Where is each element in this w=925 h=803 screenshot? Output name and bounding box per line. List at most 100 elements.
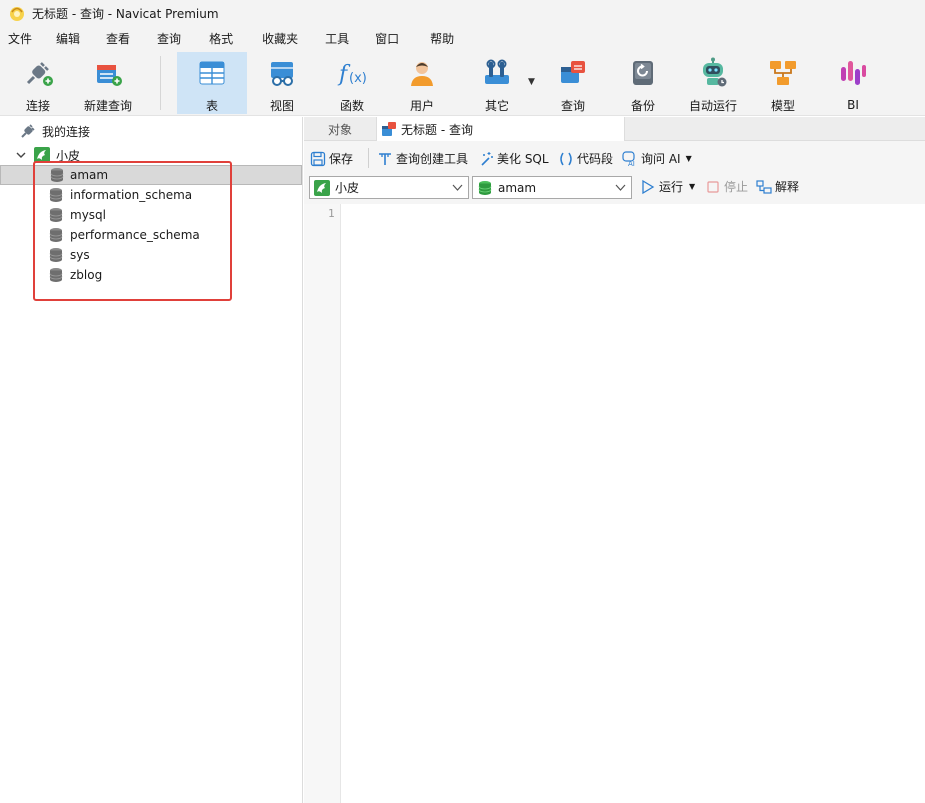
automation-label: 自动运行 [688, 99, 737, 113]
tree-root-my-connections[interactable]: 我的连接 [0, 121, 302, 141]
mysql-connection-icon [314, 179, 330, 196]
menu-favorites[interactable]: 收藏夹 [233, 30, 298, 47]
query-editor-panel: 对象 无标题 - 查询 保存 查询创建工具 美化 SQL 代码段 AI 询问 A… [304, 117, 925, 803]
tree-db-zblog[interactable]: zblog [0, 265, 302, 285]
toolbar-separator [160, 56, 161, 110]
brackets-icon [558, 151, 574, 167]
connection-plug-icon [20, 123, 36, 139]
robot-icon [696, 56, 730, 89]
tree-db-performance-schema[interactable]: performance_schema [0, 225, 302, 245]
table-label: 表 [205, 99, 218, 113]
database-icon [48, 267, 64, 283]
ask-ai-button[interactable]: AI 询问 AI ▼ [622, 150, 692, 167]
tab-objects[interactable]: 对象 [304, 117, 376, 141]
menu-view[interactable]: 查看 [80, 30, 130, 47]
query-builder-button[interactable]: 查询创建工具 [377, 150, 468, 167]
main-toolbar: 连接 新建查询 表 视图 f (x) 函数 用户 其它 ▼ 查询 备份 自动运行… [0, 50, 925, 116]
db-label: sys [70, 248, 90, 262]
beautify-sql-label: 美化 SQL [497, 152, 549, 166]
line-number-gutter: 1 [304, 204, 341, 803]
database-icon [48, 227, 64, 243]
user-button[interactable]: 用户 [404, 52, 440, 114]
menu-format[interactable]: 格式 [181, 30, 233, 47]
tab-objects-label: 对象 [327, 122, 352, 137]
run-button[interactable]: 运行 ▼ [640, 178, 695, 195]
tree-db-mysql[interactable]: mysql [0, 205, 302, 225]
tree-connection-xiaopi[interactable]: 小皮 [0, 145, 302, 165]
function-button[interactable]: f (x) 函数 [334, 52, 370, 114]
new-query-label: 新建查询 [83, 99, 132, 113]
tree-db-sys[interactable]: sys [0, 245, 302, 265]
other-dropdown-arrow-icon[interactable]: ▼ [528, 77, 535, 87]
database-select[interactable]: amam [472, 176, 632, 199]
query-builder-icon [377, 151, 393, 167]
query-button[interactable]: 查询 [554, 52, 592, 114]
db-label: mysql [70, 208, 106, 222]
svg-text:AI: AI [628, 160, 635, 167]
view-label: 视图 [269, 99, 294, 113]
table-button[interactable]: 表 [177, 52, 247, 114]
connect-label: 连接 [25, 99, 50, 113]
menu-tools[interactable]: 工具 [298, 30, 349, 47]
query-icon [556, 56, 590, 89]
backup-label: 备份 [630, 99, 655, 113]
db-label: amam [70, 168, 109, 182]
line-number: 1 [328, 207, 335, 220]
stop-button[interactable]: 停止 [705, 178, 748, 195]
sql-editor[interactable]: 1 [304, 204, 925, 803]
svg-text:(x): (x) [349, 71, 367, 86]
menu-query[interactable]: 查询 [130, 30, 181, 47]
bi-button[interactable]: BI [836, 52, 870, 114]
new-query-button[interactable]: 新建查询 [82, 52, 134, 114]
query-label: 查询 [560, 99, 585, 113]
db-label: zblog [70, 268, 103, 282]
menu-file[interactable]: 文件 [0, 30, 32, 47]
snippets-button[interactable]: 代码段 [558, 150, 613, 167]
save-button[interactable]: 保存 [310, 150, 353, 167]
plug-icon [21, 56, 55, 89]
tree-root-label: 我的连接 [42, 124, 91, 139]
explain-label: 解释 [775, 180, 800, 194]
user-icon [405, 56, 439, 89]
explain-button[interactable]: 解释 [756, 178, 799, 195]
save-label: 保存 [329, 152, 354, 166]
table-icon [195, 56, 229, 89]
automation-button[interactable]: 自动运行 [686, 52, 740, 114]
view-glasses-icon [265, 56, 299, 89]
navicat-app-icon [8, 4, 26, 22]
menu-edit[interactable]: 编辑 [32, 30, 80, 47]
menu-help[interactable]: 帮助 [399, 30, 454, 47]
backup-button[interactable]: 备份 [624, 52, 662, 114]
database-icon [49, 167, 65, 183]
play-icon [640, 179, 656, 195]
db-label: information_schema [70, 188, 193, 202]
beautify-sql-button[interactable]: 美化 SQL [478, 150, 549, 167]
model-button[interactable]: 模型 [766, 52, 800, 114]
chevron-down-icon[interactable] [16, 149, 26, 163]
connection-select-value: 小皮 [335, 181, 360, 195]
other-button[interactable]: 其它 [480, 52, 514, 114]
query-builder-label: 查询创建工具 [396, 152, 469, 166]
view-button[interactable]: 视图 [264, 52, 300, 114]
new-query-icon [91, 56, 125, 89]
tree-db-information-schema[interactable]: information_schema [0, 185, 302, 205]
menu-window[interactable]: 窗口 [349, 30, 399, 47]
function-label: 函数 [339, 99, 364, 113]
explain-icon [756, 179, 772, 195]
db-label: performance_schema [70, 228, 200, 242]
stop-icon [705, 179, 721, 195]
tab-bar: 对象 无标题 - 查询 [304, 117, 925, 141]
model-label: 模型 [770, 99, 795, 113]
title-bar: 无标题 - 查询 - Navicat Premium [0, 0, 925, 26]
ai-icon: AI [622, 150, 638, 167]
connection-select[interactable]: 小皮 [309, 176, 469, 199]
tree-db-amam[interactable]: amam [0, 165, 302, 185]
ask-ai-dropdown-icon[interactable]: ▼ [686, 154, 692, 163]
model-diagram-icon [766, 56, 800, 89]
connection-label: 小皮 [56, 148, 81, 163]
database-green-icon [477, 180, 493, 196]
connect-button[interactable]: 连接 [18, 52, 58, 114]
run-dropdown-icon[interactable]: ▼ [689, 182, 695, 191]
snippets-label: 代码段 [577, 152, 614, 166]
tab-untitled-query[interactable]: 无标题 - 查询 [376, 117, 625, 141]
